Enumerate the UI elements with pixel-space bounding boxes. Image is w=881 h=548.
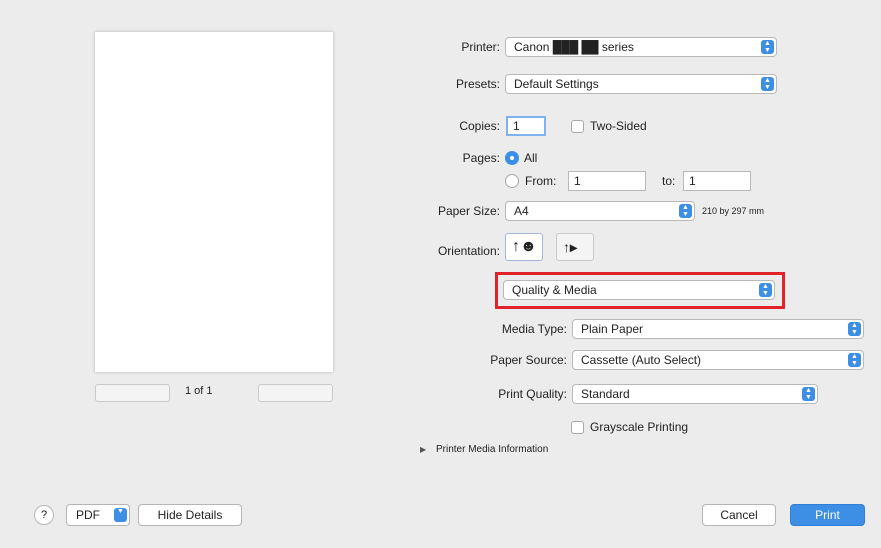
chevron-down-icon: ▼ — [114, 508, 127, 522]
paper-size-label: Paper Size: — [437, 204, 500, 218]
landscape-orientation-button[interactable]: ↑▸ — [556, 233, 594, 261]
print-label: Print — [815, 508, 840, 522]
stepper-icon: ▲ ▼ — [802, 387, 815, 401]
previous-page-button[interactable] — [95, 384, 170, 402]
presets-label: Presets: — [455, 77, 500, 91]
stepper-icon: ▲ ▼ — [759, 283, 772, 297]
print-quality-popup[interactable]: Standard ▲ ▼ — [572, 384, 818, 404]
disclosure-triangle-icon[interactable]: ▶ — [420, 445, 426, 454]
grayscale-label: Grayscale Printing — [590, 420, 689, 434]
printer-value: Canon ███ ██ series — [514, 40, 634, 54]
cancel-button[interactable]: Cancel — [702, 504, 776, 526]
section-value: Quality & Media — [512, 283, 597, 297]
pages-all-radio[interactable] — [505, 151, 519, 165]
presets-popup[interactable]: Default Settings ▲ ▼ — [505, 74, 777, 94]
stepper-icon: ▲ ▼ — [761, 77, 774, 91]
pages-to-field[interactable]: 1 — [683, 171, 751, 191]
printer-media-info-label[interactable]: Printer Media Information — [436, 444, 548, 455]
next-page-button[interactable] — [258, 384, 333, 402]
print-quality-value: Standard — [581, 387, 630, 401]
landscape-icon: ↑▸ — [563, 239, 578, 255]
stepper-icon: ▲ ▼ — [848, 353, 861, 367]
pages-all-label: All — [524, 151, 538, 165]
orientation-label: Orientation: — [437, 244, 500, 258]
copies-label: Copies: — [459, 119, 500, 133]
stepper-icon: ▲ ▼ — [679, 204, 692, 218]
page-indicator: 1 of 1 — [185, 385, 213, 397]
pdf-label: PDF — [76, 508, 100, 522]
hide-details-button[interactable]: Hide Details — [138, 504, 242, 526]
paper-size-value: A4 — [514, 204, 529, 218]
printer-label: Printer: — [461, 40, 500, 54]
portrait-icon: ↑☻ — [512, 238, 537, 255]
media-type-label: Media Type: — [501, 322, 567, 336]
print-quality-label: Print Quality: — [498, 387, 567, 401]
page-preview — [95, 32, 333, 372]
print-dialog: 1 of 1 Printer: Canon ███ ██ series ▲ ▼ P… — [0, 0, 881, 548]
two-sided-label: Two-Sided — [590, 119, 647, 133]
two-sided-checkbox[interactable] — [571, 120, 584, 133]
paper-size-popup[interactable]: A4 ▲ ▼ — [505, 201, 695, 221]
radio-dot-icon — [510, 156, 514, 160]
pages-from-field[interactable]: 1 — [568, 171, 646, 191]
pages-from-label: From: — [525, 174, 557, 188]
paper-size-dimensions: 210 by 297 mm — [702, 206, 765, 216]
paper-source-value: Cassette (Auto Select) — [581, 353, 702, 367]
grayscale-checkbox[interactable] — [571, 421, 584, 434]
print-button[interactable]: Print — [790, 504, 865, 526]
cancel-label: Cancel — [720, 508, 758, 522]
pages-from-radio[interactable] — [505, 174, 519, 188]
media-type-popup[interactable]: Plain Paper ▲ ▼ — [572, 319, 864, 339]
pages-to-label: to: — [662, 174, 676, 188]
stepper-icon: ▲ ▼ — [761, 40, 774, 54]
help-button[interactable]: ? — [34, 505, 54, 525]
paper-source-popup[interactable]: Cassette (Auto Select) ▲ ▼ — [572, 350, 864, 370]
printer-popup[interactable]: Canon ███ ██ series ▲ ▼ — [505, 37, 777, 57]
paper-source-label: Paper Source: — [490, 353, 567, 367]
copies-field[interactable]: 1 — [506, 116, 546, 136]
presets-value: Default Settings — [514, 77, 599, 91]
help-icon: ? — [40, 509, 48, 521]
hide-details-label: Hide Details — [157, 508, 223, 522]
pdf-menu-button[interactable]: PDF ▼ — [66, 504, 130, 526]
media-type-value: Plain Paper — [581, 322, 644, 336]
pages-label: Pages: — [462, 151, 500, 165]
portrait-orientation-button[interactable]: ↑☻ — [505, 233, 543, 261]
stepper-icon: ▲ ▼ — [848, 322, 861, 336]
section-popup[interactable]: Quality & Media ▲ ▼ — [503, 280, 775, 300]
